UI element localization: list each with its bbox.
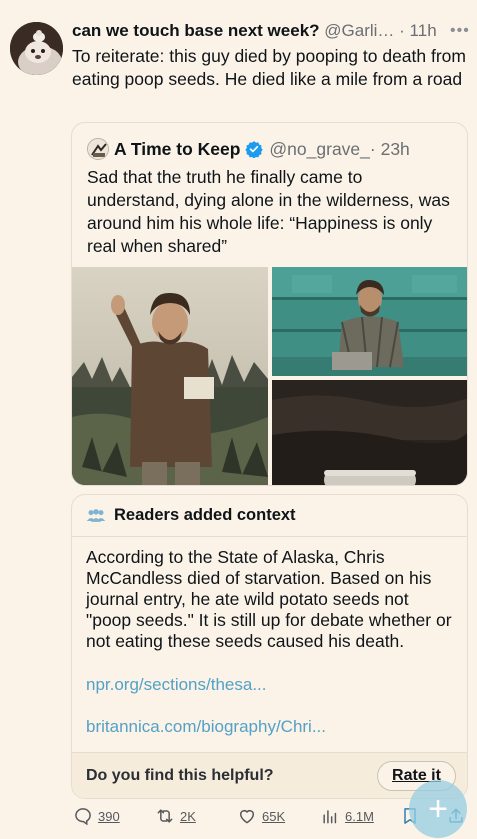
views-button[interactable]: 6.1M — [320, 803, 374, 829]
plus-icon: + — [428, 789, 448, 828]
display-name[interactable]: can we touch base next week? — [72, 21, 320, 40]
community-note-header: Readers added context — [72, 495, 467, 537]
repost-icon — [157, 809, 173, 823]
community-note-text: According to the State of Alaska, Chris … — [86, 547, 452, 651]
helpful-question: Do you find this helpful? — [86, 767, 274, 784]
timestamp[interactable]: · 11h — [399, 21, 437, 40]
quoted-tweet-text: Sad that the truth he finally came to un… — [87, 167, 450, 256]
repost-count: 2K — [180, 808, 196, 824]
handle[interactable]: @Garli… — [324, 21, 394, 40]
more-options-icon[interactable]: ••• — [450, 22, 470, 40]
like-button[interactable]: 65K — [237, 803, 285, 829]
reply-count: 390 — [98, 808, 120, 824]
compose-button[interactable]: + — [409, 780, 467, 838]
quoted-tweet[interactable]: A Time to Keep @no_grave_ · 23h Sad that… — [71, 122, 468, 486]
quoted-tweet-header: A Time to Keep @no_grave_ · 23h — [87, 137, 410, 161]
helpful-bar: Do you find this helpful? Rate it — [72, 752, 467, 798]
note-source-link-npr[interactable]: npr.org/sections/thesa... — [86, 675, 267, 695]
quoted-handle[interactable]: @no_grave_ — [269, 139, 369, 160]
quoted-timestamp[interactable]: · 23h — [370, 139, 410, 160]
verified-badge-icon — [245, 141, 264, 158]
note-source-link-britannica[interactable]: britannica.com/biography/Chri... — [86, 717, 326, 737]
like-count: 65K — [262, 808, 286, 824]
avatar[interactable] — [10, 22, 63, 75]
heart-icon — [240, 810, 254, 824]
tweet[interactable]: can we touch base next week? @Garli… · 1… — [0, 0, 477, 839]
repost-button[interactable]: 2K — [155, 803, 196, 829]
reply-icon — [75, 808, 91, 826]
photo-landscape[interactable] — [272, 380, 467, 485]
photo-man-waving[interactable] — [72, 267, 268, 485]
tweet-text: To reiterate: this guy died by pooping t… — [72, 46, 466, 89]
views-icon — [323, 810, 337, 824]
community-note: Readers added context According to the S… — [71, 494, 468, 799]
tweet-header: can we touch base next week? @Garli… · 1… — [72, 21, 472, 45]
views-count: 6.1M — [345, 808, 374, 824]
photo-man-bus[interactable] — [272, 267, 467, 376]
reply-button[interactable]: 390 — [73, 803, 120, 829]
community-note-title: Readers added context — [114, 506, 296, 524]
readers-icon — [86, 508, 106, 522]
action-bar: 390 2K 65K 6.1M — [0, 803, 477, 829]
quoted-avatar[interactable] — [87, 138, 109, 160]
quoted-display-name[interactable]: A Time to Keep — [114, 139, 240, 160]
